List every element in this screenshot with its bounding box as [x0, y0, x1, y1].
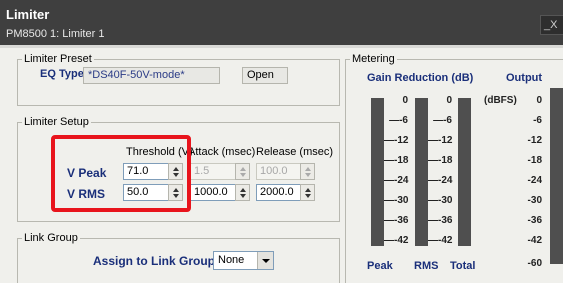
scale-tick: -60	[527, 258, 542, 269]
spin-down-icon	[240, 194, 246, 198]
output-meter	[550, 88, 563, 264]
scale-tick: 0	[402, 95, 408, 106]
scale-tick: —-24	[428, 175, 453, 186]
spin-up-icon	[305, 188, 311, 192]
window-title: Limiter	[6, 7, 50, 22]
total-label: Total	[450, 260, 476, 272]
v-rms-attack-spinner[interactable]	[235, 184, 250, 201]
gain-reduction-title: Gain Reduction (dB)	[367, 72, 474, 84]
scale-tick: —-12	[428, 135, 453, 146]
scale-tick: —-42	[428, 235, 453, 246]
rms-label: RMS	[414, 260, 439, 272]
scale-tick: -12	[527, 135, 542, 146]
scale-tick: -18	[527, 155, 542, 166]
output-title: Output	[506, 72, 543, 84]
spin-up-icon	[305, 167, 311, 171]
scale-tick: —-6	[389, 115, 408, 126]
v-rms-release-input[interactable]: 2000.0	[256, 184, 301, 201]
output-unit-label: (dBFS)	[484, 95, 517, 106]
open-button[interactable]: Open	[242, 67, 288, 84]
eq-type-field: *DS40F-50V-mode*	[83, 67, 220, 84]
scale-tick: —-42	[384, 235, 409, 246]
v-rms-release-spinner[interactable]	[300, 184, 315, 201]
v-peak-release-spinner	[300, 163, 315, 180]
scale-tick: —-12	[384, 135, 409, 146]
title-bar[interactable]: Limiter PM8500 1: Limiter 1 _X	[0, 0, 563, 45]
limiter-window: Limiter PM8500 1: Limiter 1 _X Limiter P…	[0, 0, 563, 283]
scale-tick: —-6	[433, 115, 452, 126]
link-group-selected: None	[218, 254, 245, 266]
v-peak-release-input: 100.0	[256, 163, 301, 180]
spin-up-icon	[240, 167, 246, 171]
v-peak-attack-spinner	[235, 163, 250, 180]
title-separator	[0, 45, 563, 48]
spin-down-icon	[240, 173, 246, 177]
scale-tick: —-30	[428, 195, 453, 206]
v-rms-attack-input[interactable]: 1000.0	[190, 184, 240, 201]
assign-link-group-label: Assign to Link Group:	[93, 254, 219, 268]
scale-tick: —-36	[384, 215, 409, 226]
scale-tick: -6	[533, 115, 542, 126]
peak-label: Peak	[367, 260, 393, 272]
scale-tick: -42	[527, 235, 542, 246]
link-group-legend: Link Group	[24, 232, 78, 244]
scale-tick: —-24	[384, 175, 409, 186]
spin-down-icon	[305, 173, 311, 177]
metering-legend: Metering	[352, 53, 395, 65]
peak-meter	[371, 98, 384, 246]
scale-tick: 0	[446, 95, 452, 106]
spin-up-icon	[240, 188, 246, 192]
link-group-select[interactable]: None	[213, 251, 274, 270]
scale-tick: —-30	[384, 195, 409, 206]
close-button[interactable]: _X	[540, 15, 563, 35]
scale-tick: —-36	[428, 215, 453, 226]
release-header: Release (msec)	[256, 146, 334, 158]
chevron-down-icon[interactable]	[257, 252, 273, 269]
scale-tick: -24	[527, 175, 542, 186]
highlight-box	[51, 135, 191, 212]
scale-tick: 0	[536, 95, 542, 106]
attack-header: Attack (msec)	[188, 146, 256, 158]
scale-tick: —-18	[428, 155, 453, 166]
limiter-setup-legend: Limiter Setup	[24, 116, 89, 128]
rms-meter	[415, 98, 428, 246]
spin-down-icon	[305, 194, 311, 198]
v-peak-attack-input: 1.5	[190, 163, 240, 180]
scale-tick: —-18	[384, 155, 409, 166]
eq-type-label: EQ Type:	[40, 68, 88, 80]
scale-tick: -30	[527, 195, 542, 206]
window-subtitle: PM8500 1: Limiter 1	[6, 28, 105, 40]
limiter-preset-legend: Limiter Preset	[24, 53, 92, 65]
total-meter	[458, 98, 471, 246]
scale-tick: -36	[527, 215, 542, 226]
